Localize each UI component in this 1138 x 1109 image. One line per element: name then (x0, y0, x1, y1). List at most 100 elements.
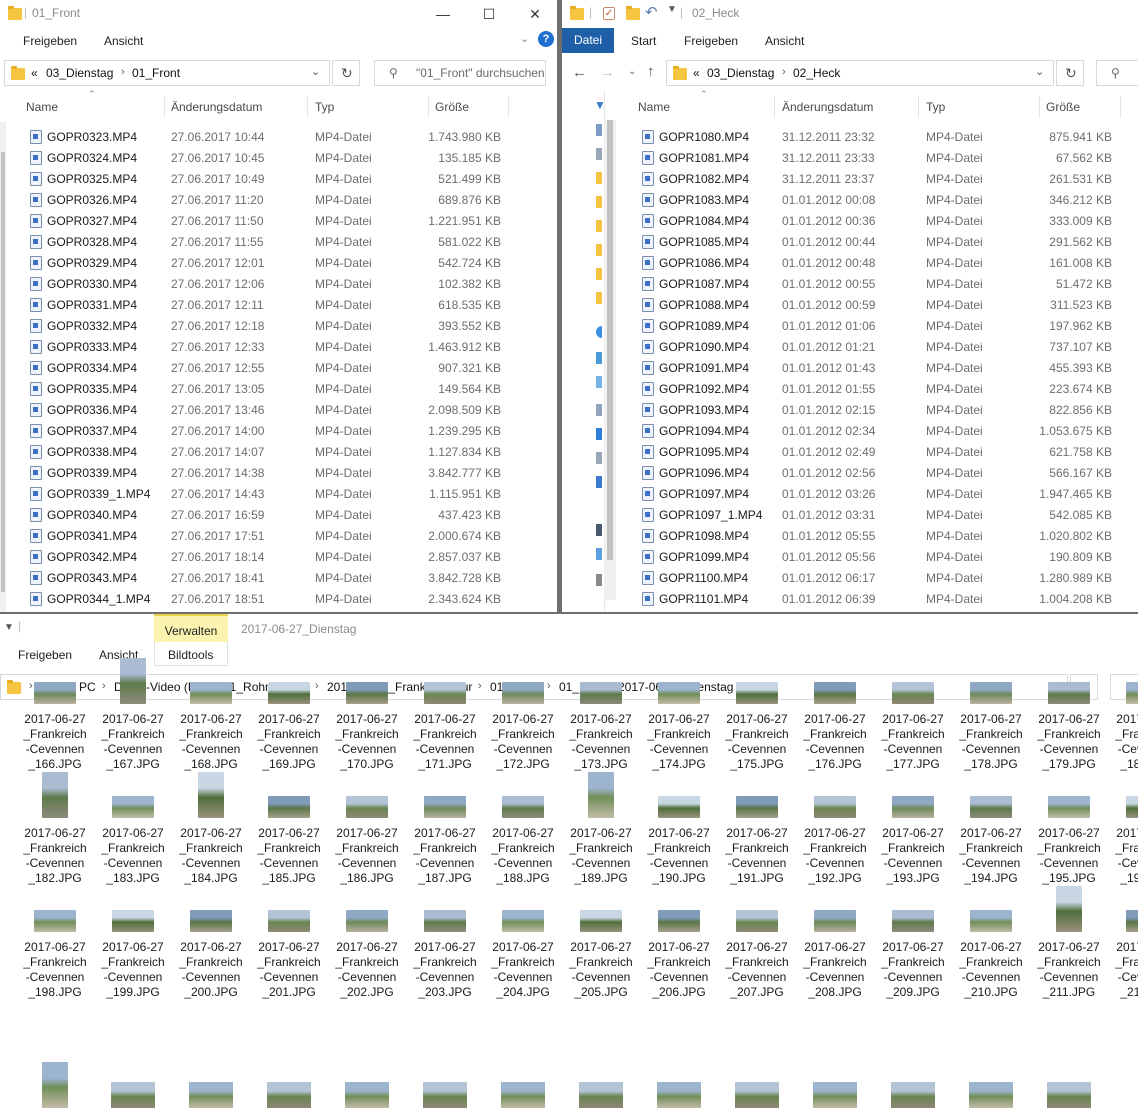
folder-icon[interactable] (570, 6, 584, 20)
table-row[interactable]: GOPR1098.MP4 01.01.2012 05:55 MP4-Datei 1.0… (562, 525, 1138, 546)
tab-bildtools[interactable]: Bildtools (168, 648, 213, 662)
qat-dropdown-icon[interactable]: ▼ (4, 622, 14, 633)
photo-thumbnail-image[interactable] (579, 1082, 623, 1108)
table-row[interactable]: GOPR1086.MP4 01.01.2012 00:48 MP4-Datei 161… (562, 252, 1138, 273)
table-row[interactable]: GOPR1084.MP4 01.01.2012 00:36 MP4-Datei 333… (562, 210, 1138, 231)
table-row[interactable]: GOPR0341.MP4 27.06.2017 17:51 MP4-Datei 2.0… (0, 525, 557, 546)
table-row[interactable]: GOPR0339_1.MP4 27.06.2017 14:43 MP4-Datei 1… (0, 483, 557, 504)
chevron-right-icon[interactable]: › (478, 680, 482, 692)
table-row[interactable]: GOPR0344_1.MP4 27.06.2017 18:51 MP4-Datei 2… (0, 588, 557, 609)
table-row[interactable]: GOPR1100.MP4 01.01.2012 06:17 MP4-Datei 1.2… (562, 567, 1138, 588)
tab-ansicht[interactable]: Ansicht (104, 34, 143, 48)
column-header-date[interactable]: Änderungsdatum (171, 100, 262, 114)
title-bar[interactable]: | 01_Front — ☐ ✕ (0, 0, 557, 28)
table-row[interactable]: GOPR0331.MP4 27.06.2017 12:11 MP4-Datei 618… (0, 294, 557, 315)
chevron-right-icon[interactable]: › (547, 680, 551, 692)
table-row[interactable]: GOPR0336.MP4 27.06.2017 13:46 MP4-Datei 2.0… (0, 399, 557, 420)
photo-thumbnail-image[interactable] (1047, 1082, 1091, 1108)
breadcrumb-item[interactable]: 03_Dienstag (46, 66, 113, 80)
table-row[interactable]: GOPR1096.MP4 01.01.2012 02:56 MP4-Datei 566… (562, 462, 1138, 483)
minimize-button[interactable]: — (420, 0, 466, 28)
refresh-button[interactable]: ↻ (332, 60, 360, 86)
back-arrow-icon[interactable]: ← (572, 64, 587, 81)
table-row[interactable]: GOPR1095.MP4 01.01.2012 02:49 MP4-Datei 621… (562, 441, 1138, 462)
tab-freigeben[interactable]: Freigeben (684, 34, 738, 48)
tab-start[interactable]: Start (631, 34, 656, 48)
maximize-button[interactable]: ☐ (466, 0, 512, 28)
nav-pane-scrollbar[interactable] (0, 122, 6, 612)
recent-locations-icon[interactable]: ⌄ (628, 66, 636, 77)
tab-ansicht[interactable]: Ansicht (765, 34, 804, 48)
table-row[interactable]: GOPR0326.MP4 27.06.2017 11:20 MP4-Datei 689… (0, 189, 557, 210)
search-input[interactable]: ⚲ (1096, 60, 1138, 86)
table-row[interactable]: GOPR0338.MP4 27.06.2017 14:07 MP4-Datei 1.1… (0, 441, 557, 462)
photo-thumbnail-image[interactable] (813, 1082, 857, 1108)
properties-icon[interactable]: ✓ (603, 7, 615, 20)
table-row[interactable]: GOPR0342.MP4 27.06.2017 18:14 MP4-Datei 2.8… (0, 546, 557, 567)
column-header-name[interactable]: Name (638, 100, 670, 114)
table-row[interactable]: GOPR1093.MP4 01.01.2012 02:15 MP4-Datei 822… (562, 399, 1138, 420)
table-row[interactable]: GOPR1083.MP4 01.01.2012 00:08 MP4-Datei 346… (562, 189, 1138, 210)
table-row[interactable]: GOPR0334.MP4 27.06.2017 12:55 MP4-Datei 907… (0, 357, 557, 378)
photo-thumbnail-image[interactable] (735, 1082, 779, 1108)
scrollbar-thumb[interactable] (1, 152, 5, 592)
table-row[interactable]: GOPR1101.MP4 01.01.2012 06:39 MP4-Datei 1.0… (562, 588, 1138, 609)
table-row[interactable]: GOPR1088.MP4 01.01.2012 00:59 MP4-Datei 311… (562, 294, 1138, 315)
table-row[interactable]: GOPR0343.MP4 27.06.2017 18:41 MP4-Datei 3.8… (0, 567, 557, 588)
table-row[interactable]: GOPR1085.MP4 01.01.2012 00:44 MP4-Datei 291… (562, 231, 1138, 252)
breadcrumb-item[interactable]: 03_Dienstag (707, 66, 774, 80)
table-row[interactable]: GOPR0330.MP4 27.06.2017 12:06 MP4-Datei 102… (0, 273, 557, 294)
photo-thumbnail-image[interactable] (267, 1082, 311, 1108)
photo-thumbnail-image[interactable] (111, 1082, 155, 1108)
table-row[interactable]: GOPR1091.MP4 01.01.2012 01:43 MP4-Datei 455… (562, 357, 1138, 378)
photo-thumbnail-image[interactable] (891, 1082, 935, 1108)
title-bar[interactable]: | ✓ ↶ ▼ | 02_Heck (562, 0, 1138, 28)
tab-freigeben[interactable]: Freigeben (18, 648, 72, 662)
column-header-type[interactable]: Typ (315, 100, 334, 114)
table-row[interactable]: GOPR0335.MP4 27.06.2017 13:05 MP4-Datei 149… (0, 378, 557, 399)
table-row[interactable]: GOPR1097_1.MP4 01.01.2012 03:31 MP4-Datei 5… (562, 504, 1138, 525)
quick-access-icon[interactable]: ▼ (594, 98, 606, 112)
table-row[interactable]: GOPR1082.MP4 31.12.2011 23:37 MP4-Datei 261… (562, 168, 1138, 189)
breadcrumb-overflow[interactable]: « (31, 66, 38, 80)
chevron-down-icon[interactable]: ⌄ (311, 65, 320, 78)
table-row[interactable]: GOPR0324.MP4 27.06.2017 10:45 MP4-Datei 135… (0, 147, 557, 168)
table-row[interactable]: GOPR0323.MP4 27.06.2017 10:44 MP4-Datei 1.7… (0, 126, 557, 147)
table-row[interactable]: GOPR0325.MP4 27.06.2017 10:49 MP4-Datei 521… (0, 168, 557, 189)
undo-icon[interactable]: ↶ (645, 3, 658, 21)
table-row[interactable]: GOPR1097.MP4 01.01.2012 03:26 MP4-Datei 1.9… (562, 483, 1138, 504)
chevron-right-icon[interactable]: › (315, 680, 319, 692)
table-row[interactable]: GOPR0329.MP4 27.06.2017 12:01 MP4-Datei 542… (0, 252, 557, 273)
address-bar[interactable]: « 03_Dienstag › 01_Front ⌄ (4, 60, 330, 86)
forward-arrow-icon[interactable]: → (600, 64, 615, 81)
tab-verwalten[interactable]: Verwalten (154, 614, 228, 642)
column-divider[interactable] (428, 96, 429, 118)
help-icon[interactable]: ? (538, 31, 554, 47)
new-folder-icon[interactable] (626, 6, 640, 20)
chevron-right-icon[interactable]: › (102, 680, 106, 692)
photo-thumbnail-image[interactable] (423, 1082, 467, 1108)
photo-thumbnail-image[interactable] (42, 1062, 68, 1108)
table-row[interactable]: GOPR1089.MP4 01.01.2012 01:06 MP4-Datei 197… (562, 315, 1138, 336)
column-divider[interactable] (164, 96, 165, 118)
breadcrumb-item[interactable]: 02_Heck (793, 66, 840, 80)
table-row[interactable]: GOPR0333.MP4 27.06.2017 12:33 MP4-Datei 1.4… (0, 336, 557, 357)
table-row[interactable]: GOPR1087.MP4 01.01.2012 00:55 MP4-Datei 51.… (562, 273, 1138, 294)
table-row[interactable]: GOPR1092.MP4 01.01.2012 01:55 MP4-Datei 223… (562, 378, 1138, 399)
up-arrow-icon[interactable]: ↑ (647, 63, 655, 80)
table-row[interactable]: GOPR1094.MP4 01.01.2012 02:34 MP4-Datei 1.0… (562, 420, 1138, 441)
table-row[interactable]: GOPR0339.MP4 27.06.2017 14:38 MP4-Datei 3.8… (0, 462, 557, 483)
photo-thumbnail-image[interactable] (657, 1082, 701, 1108)
table-row[interactable]: GOPR1099.MP4 01.01.2012 05:56 MP4-Datei 190… (562, 546, 1138, 567)
close-button[interactable]: ✕ (512, 0, 557, 28)
column-header-date[interactable]: Änderungsdatum (782, 100, 873, 114)
column-header-size[interactable]: Größe (1046, 100, 1080, 114)
address-bar[interactable]: « 03_Dienstag › 02_Heck ⌄ (666, 60, 1054, 86)
ribbon-expand-icon[interactable]: ⌄ (520, 32, 529, 45)
table-row[interactable]: GOPR0337.MP4 27.06.2017 14:00 MP4-Datei 1.2… (0, 420, 557, 441)
column-divider[interactable] (1039, 96, 1040, 118)
table-row[interactable]: GOPR0340.MP4 27.06.2017 16:59 MP4-Datei 437… (0, 504, 557, 525)
chevron-right-icon[interactable]: › (29, 680, 33, 692)
photo-thumbnail-image[interactable] (969, 1082, 1013, 1108)
photo-thumbnail-image[interactable] (189, 1082, 233, 1108)
